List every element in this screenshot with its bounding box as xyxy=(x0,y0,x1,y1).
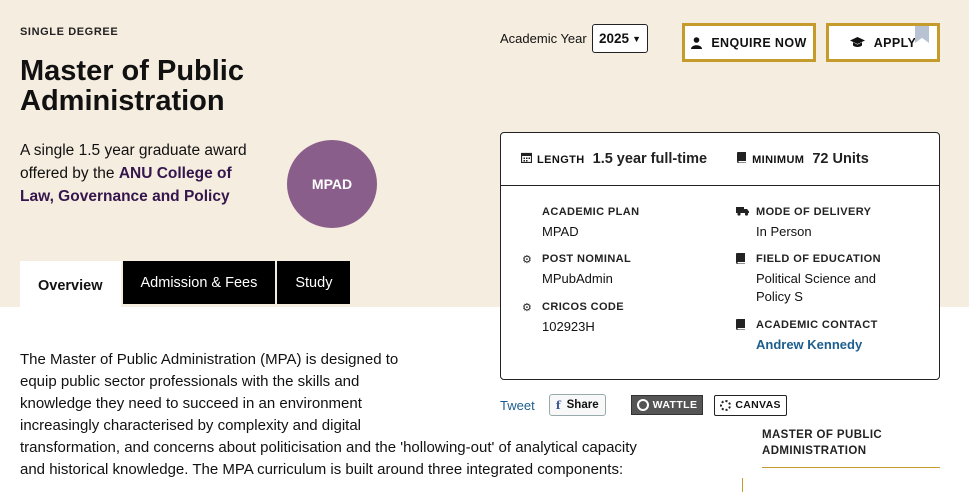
field-of-education-value: Political Science and Policy S xyxy=(756,271,876,304)
wattle-label: WATTLE xyxy=(652,399,698,411)
length-value: 1.5 year full-time xyxy=(592,151,708,167)
degree-description: The Master of Public Administration (MPA… xyxy=(20,349,637,481)
page-title: Master of Public Administration xyxy=(20,55,244,117)
degree-summary: A single 1.5 year graduate award offered… xyxy=(20,139,250,208)
academic-year-value: 2025 xyxy=(599,31,630,46)
description-line: and historical knowledge. The MPA curric… xyxy=(20,461,624,478)
canvas-label: CANVAS xyxy=(735,399,781,411)
description-line: transformation, and concerns about polit… xyxy=(20,439,637,456)
truck-icon xyxy=(736,207,749,216)
cricos-code-label: CRICOS CODE xyxy=(542,301,625,313)
calendar-icon xyxy=(521,152,532,163)
cricos-code-value: 102923H xyxy=(542,319,595,334)
cricos-code-field: ⚙ CRICOS CODE 102923H xyxy=(522,301,717,336)
book-icon xyxy=(736,319,745,330)
academic-contact-field: ACADEMIC CONTACT Andrew Kennedy xyxy=(736,319,931,354)
tab-bar: Overview Admission & Fees Study xyxy=(20,261,352,307)
gear-icon: ⚙ xyxy=(522,254,532,266)
mode-of-delivery-value: In Person xyxy=(756,224,812,239)
user-icon xyxy=(691,36,703,49)
sidebar-heading: MASTER OF PUBLIC ADMINISTRATION xyxy=(762,427,940,468)
academic-plan-field: ACADEMIC PLAN MPAD xyxy=(542,206,717,241)
academic-contact-link[interactable]: Andrew Kennedy xyxy=(756,336,931,354)
academic-plan-label: ACADEMIC PLAN xyxy=(542,206,640,218)
tab-overview[interactable]: Overview xyxy=(20,261,121,307)
gear-icon: ⚙ xyxy=(522,302,532,314)
graduation-cap-icon xyxy=(849,37,865,47)
caret-down-icon: ▼ xyxy=(632,33,641,44)
description-line: The Master of Public Administration (MPA… xyxy=(20,351,399,368)
apply-label: APPLY xyxy=(873,35,917,50)
canvas-icon xyxy=(720,399,732,411)
degree-info-panel: LENGTH 1.5 year full-time MINIMUM 72 Uni… xyxy=(500,132,940,380)
minimum-metric: MINIMUM 72 Units xyxy=(737,151,869,167)
post-nominal-label: POST NOMINAL xyxy=(542,253,632,265)
sidebar-divider xyxy=(742,478,743,492)
length-metric: LENGTH 1.5 year full-time xyxy=(521,151,707,167)
field-of-education-label: FIELD OF EDUCATION xyxy=(756,253,881,265)
academic-year-label: Academic Year xyxy=(500,31,587,46)
info-summary-row: LENGTH 1.5 year full-time MINIMUM 72 Uni… xyxy=(501,133,939,186)
book-icon xyxy=(737,152,747,163)
length-label: LENGTH xyxy=(537,154,585,166)
academic-year-select[interactable]: 2025 ▼ xyxy=(592,24,648,53)
description-line: increasingly characterised by complexity… xyxy=(20,417,362,434)
book-icon xyxy=(736,253,745,264)
academic-contact-label: ACADEMIC CONTACT xyxy=(756,319,878,331)
field-of-education-field: FIELD OF EDUCATION Political Science and… xyxy=(736,253,931,306)
post-nominal-value: MPubAdmin xyxy=(542,271,613,286)
minimum-value: 72 Units xyxy=(812,151,869,167)
canvas-button[interactable]: CANVAS xyxy=(714,394,787,416)
post-nominal-field: ⚙ POST NOMINAL MPubAdmin xyxy=(522,253,717,288)
wattle-button[interactable]: WATTLE xyxy=(630,395,704,415)
wattle-icon xyxy=(636,399,649,411)
mode-of-delivery-label: MODE OF DELIVERY xyxy=(756,206,872,218)
enquire-now-label: ENQUIRE NOW xyxy=(711,35,807,50)
description-line: equip public sector professionals with t… xyxy=(20,373,360,390)
mode-of-delivery-field: MODE OF DELIVERY In Person xyxy=(736,206,931,241)
program-code-badge: MPAD xyxy=(287,140,377,228)
tab-study[interactable]: Study xyxy=(277,261,351,304)
minimum-label: MINIMUM xyxy=(752,154,805,166)
academic-plan-value: MPAD xyxy=(542,224,579,239)
enquire-now-button[interactable]: ENQUIRE NOW xyxy=(682,23,816,62)
description-line: knowledge they need to succeed in an env… xyxy=(20,395,362,412)
tab-admission-fees[interactable]: Admission & Fees xyxy=(122,261,276,304)
degree-type-label: SINGLE DEGREE xyxy=(20,26,119,38)
